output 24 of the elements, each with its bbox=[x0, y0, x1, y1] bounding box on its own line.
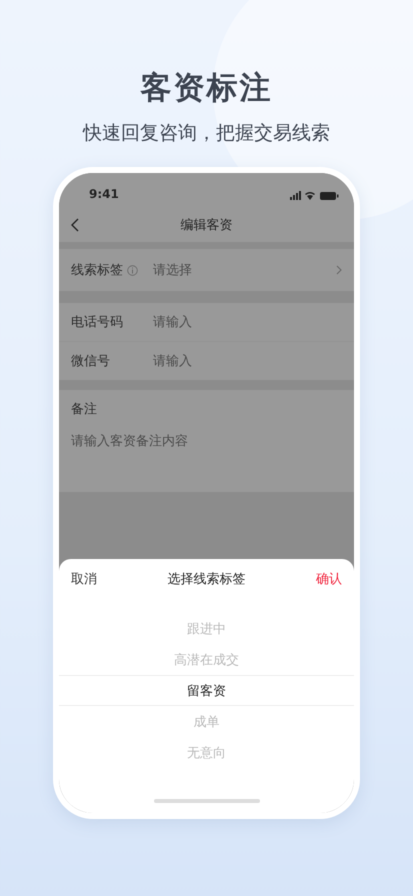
field-label: 微信号 bbox=[71, 353, 110, 370]
status-icons bbox=[290, 191, 340, 201]
remark-field[interactable]: 备注 请输入客资备注内容 bbox=[59, 390, 354, 492]
input-field[interactable]: 微信号 请输入 bbox=[59, 342, 354, 380]
subtitle: 快速回复咨询，把握交易线索 bbox=[83, 121, 330, 146]
field-label: 线索标签 bbox=[71, 262, 123, 279]
field-placeholder: 请选择 bbox=[153, 262, 193, 279]
chevron-right-icon bbox=[336, 265, 342, 275]
field-label: 电话号码 bbox=[71, 314, 123, 331]
status-time: 9:41 bbox=[89, 187, 119, 201]
headline: 客资标注 bbox=[140, 69, 272, 108]
info-icon bbox=[127, 264, 138, 276]
back-icon[interactable] bbox=[71, 218, 79, 232]
sheet-title: 选择线索标签 bbox=[168, 571, 246, 588]
input-field[interactable]: 电话号码 请输入 bbox=[59, 303, 354, 342]
field-placeholder: 请输入 bbox=[153, 314, 193, 331]
nav-title: 编辑客资 bbox=[180, 216, 232, 234]
picker-option[interactable]: 留客资 bbox=[59, 675, 354, 706]
confirm-button[interactable]: 确认 bbox=[316, 570, 342, 588]
field-placeholder: 请输入客资备注内容 bbox=[71, 433, 189, 451]
field-placeholder: 请输入 bbox=[153, 353, 193, 370]
tag-field[interactable]: 线索标签 请选择 bbox=[59, 249, 354, 291]
cancel-button[interactable]: 取消 bbox=[71, 570, 97, 588]
field-label: 备注 bbox=[71, 401, 97, 418]
